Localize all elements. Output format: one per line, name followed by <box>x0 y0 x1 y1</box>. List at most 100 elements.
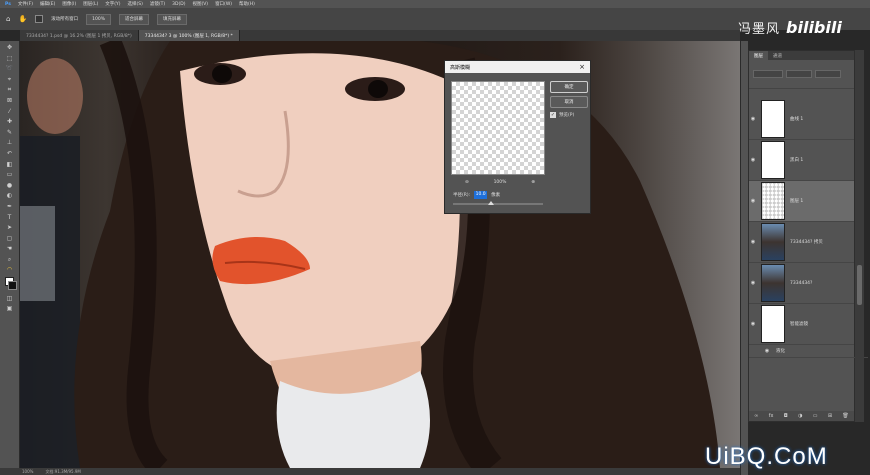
path-select-tool-icon[interactable]: ➤ <box>5 224 15 231</box>
history-brush-tool-icon[interactable]: ↶ <box>5 150 15 157</box>
zoom-out-icon[interactable]: ⊖ <box>465 180 469 185</box>
eyedropper-tool-icon[interactable]: ⁄ <box>5 108 15 115</box>
document-tab-bar: 7334434? 1.psd @ 16.2% (图层 1 拷贝, RGB/8*)… <box>20 30 740 41</box>
status-zoom[interactable]: 100% <box>22 469 33 474</box>
quick-mask-icon[interactable]: ◫ <box>5 295 15 302</box>
layer-row[interactable]: ◉ 黑白 1 <box>749 140 854 181</box>
document-tab[interactable]: 7334434? 1.psd @ 16.2% (图层 1 拷贝, RGB/8*) <box>20 30 139 41</box>
screen-mode-icon[interactable]: ▣ <box>5 305 15 312</box>
document-tab[interactable]: 7334434? 3 @ 100% (图层 1, RGB/8*) * <box>138 30 240 41</box>
radius-input[interactable]: 10.0 <box>474 190 488 199</box>
marquee-tool-icon[interactable]: ⬚ <box>5 55 15 62</box>
opacity-field[interactable] <box>815 70 841 78</box>
type-tool-icon[interactable]: T <box>5 214 15 221</box>
layers-panel: 图层 通道 ◉ 曲线 1 ◉ 黑白 1 ◉ 图层 1 ◉ 7334434? 拷贝 ◉ 7334434… <box>748 50 868 422</box>
more-tools-icon[interactable]: ◠ <box>5 266 15 273</box>
preview-zoom-value: 100% <box>493 179 507 185</box>
close-icon[interactable]: × <box>579 63 585 71</box>
panel-tab[interactable]: 图层 <box>749 51 768 60</box>
menu-item[interactable]: 滤镜(T) <box>150 1 165 7</box>
lasso-tool-icon[interactable]: ➰ <box>5 65 15 72</box>
menu-item[interactable]: 文字(Y) <box>105 1 120 7</box>
gaussian-blur-dialog: 高斯模糊 × 确定 取消 ✓ 预览(P) ⊖ 100% ⊕ 半径(R): 10.… <box>444 60 591 214</box>
fit-screen-button[interactable]: 适合屏幕 <box>119 13 150 25</box>
new-layer-icon[interactable]: ⊞ <box>828 413 832 419</box>
menu-item[interactable]: 帮助(H) <box>239 1 255 7</box>
eye-icon[interactable]: ◉ <box>749 239 757 245</box>
eye-icon[interactable]: ◉ <box>749 321 757 327</box>
eye-icon[interactable]: ◉ <box>763 348 771 354</box>
adjustment-icon[interactable]: ◑ <box>798 413 802 419</box>
color-swatches-icon[interactable] <box>4 277 17 291</box>
blur-tool-icon[interactable]: ● <box>5 182 15 189</box>
menu-item[interactable]: 3D(D) <box>172 2 185 7</box>
layers-scrollbar[interactable] <box>855 50 864 422</box>
radius-slider-knob[interactable] <box>487 201 494 205</box>
dodge-tool-icon[interactable]: ◐ <box>5 192 15 199</box>
layer-row[interactable]: ◉ 图层 1 <box>749 181 854 222</box>
home-icon[interactable]: ⌂ <box>6 15 10 23</box>
menu-item[interactable]: 文件(F) <box>18 1 33 7</box>
layer-row[interactable]: ◉ 液化 <box>749 345 868 358</box>
scroll-all-checkbox[interactable] <box>35 15 44 23</box>
blend-mode-dropdown[interactable] <box>786 70 812 78</box>
menu-item[interactable]: 图层(L) <box>83 1 98 7</box>
layers-footer: ∞ fx ◘ ◑ ▭ ⊞ 🗑 <box>749 411 854 421</box>
quick-select-tool-icon[interactable]: ⌖ <box>5 76 15 83</box>
mask-icon[interactable]: ◘ <box>784 413 788 419</box>
menu-item[interactable]: 编辑(E) <box>40 1 55 7</box>
move-tool-icon[interactable]: ✥ <box>5 44 15 51</box>
radius-slider[interactable] <box>453 201 543 205</box>
zoom-in-icon[interactable]: ⊕ <box>531 180 535 185</box>
menu-item[interactable]: 图像(I) <box>62 1 76 7</box>
zoom-tool-icon[interactable]: ⌕ <box>5 256 15 263</box>
preview-checkbox[interactable]: ✓ <box>550 112 556 118</box>
cancel-button[interactable]: 取消 <box>550 96 588 108</box>
layer-thumbnail <box>761 264 785 302</box>
folder-icon[interactable]: ▭ <box>813 413 818 419</box>
fill-screen-button[interactable]: 填充屏幕 <box>157 13 188 25</box>
clone-stamp-tool-icon[interactable]: ⊥ <box>5 139 15 146</box>
gradient-tool-icon[interactable]: ▭ <box>5 171 15 178</box>
pen-tool-icon[interactable]: ✒ <box>5 203 15 210</box>
menu-bar: Ps 文件(F) 编辑(E) 图像(I) 图层(L) 文字(Y) 选择(S) 滤镜(T) 3D… <box>0 0 870 8</box>
rectangle-tool-icon[interactable]: ▢ <box>5 235 15 242</box>
crop-tool-icon[interactable]: ⌗ <box>5 86 15 93</box>
panel-tab[interactable]: 通道 <box>768 51 787 60</box>
eye-icon[interactable]: ◉ <box>749 116 757 122</box>
layer-row[interactable]: ◉ 7334434? 拷贝 <box>749 222 854 263</box>
menu-item[interactable]: 窗口(W) <box>215 1 232 7</box>
document-canvas[interactable] <box>20 41 740 468</box>
layer-row[interactable]: ◉ 智能滤镜 <box>749 304 854 345</box>
site-watermark: UiBQ.CoM <box>705 443 828 470</box>
menu-item[interactable]: 选择(S) <box>128 1 143 7</box>
eye-icon[interactable]: ◉ <box>749 157 757 163</box>
link-icon[interactable]: ∞ <box>754 413 758 419</box>
brush-tool-icon[interactable]: ✎ <box>5 129 15 136</box>
layer-filter-dropdown[interactable] <box>753 70 783 78</box>
scrollbar-thumb[interactable] <box>857 265 862 305</box>
ok-button[interactable]: 确定 <box>550 81 588 93</box>
preview-checkbox-row[interactable]: ✓ 预览(P) <box>550 112 574 118</box>
ps-logo-icon[interactable]: Ps <box>5 2 11 7</box>
frame-tool-icon[interactable]: ⊠ <box>5 97 15 104</box>
tools-panel: ✥ ⬚ ➰ ⌖ ⌗ ⊠ ⁄ ✚ ✎ ⊥ ↶ ◧ ▭ ● ◐ ✒ T ➤ ▢ ☚ … <box>0 41 20 468</box>
dialog-titlebar[interactable]: 高斯模糊 × <box>445 61 590 73</box>
fx-icon[interactable]: fx <box>769 413 774 419</box>
hand-tool-icon[interactable]: ☚ <box>5 245 15 252</box>
brand-logo: 冯墨风 bilibili <box>738 16 870 38</box>
blur-preview-area[interactable] <box>451 81 545 175</box>
radius-row: 半径(R): 10.0 像素 <box>453 190 583 199</box>
eye-icon[interactable]: ◉ <box>749 198 757 204</box>
preview-checkbox-label: 预览(P) <box>559 113 575 118</box>
layer-row[interactable]: ◉ 7334434? <box>749 263 854 304</box>
hand-tool-icon[interactable]: ✋ <box>18 15 27 23</box>
zoom-value-field[interactable]: 100% <box>86 13 112 25</box>
healing-brush-tool-icon[interactable]: ✚ <box>5 118 15 125</box>
menu-item[interactable]: 视图(V) <box>192 1 208 7</box>
layer-name: 7334434? 拷贝 <box>790 240 823 245</box>
eraser-tool-icon[interactable]: ◧ <box>5 161 15 168</box>
eye-icon[interactable]: ◉ <box>749 280 757 286</box>
trash-icon[interactable]: 🗑 <box>842 413 848 419</box>
layer-row[interactable]: ◉ 曲线 1 <box>749 99 854 140</box>
